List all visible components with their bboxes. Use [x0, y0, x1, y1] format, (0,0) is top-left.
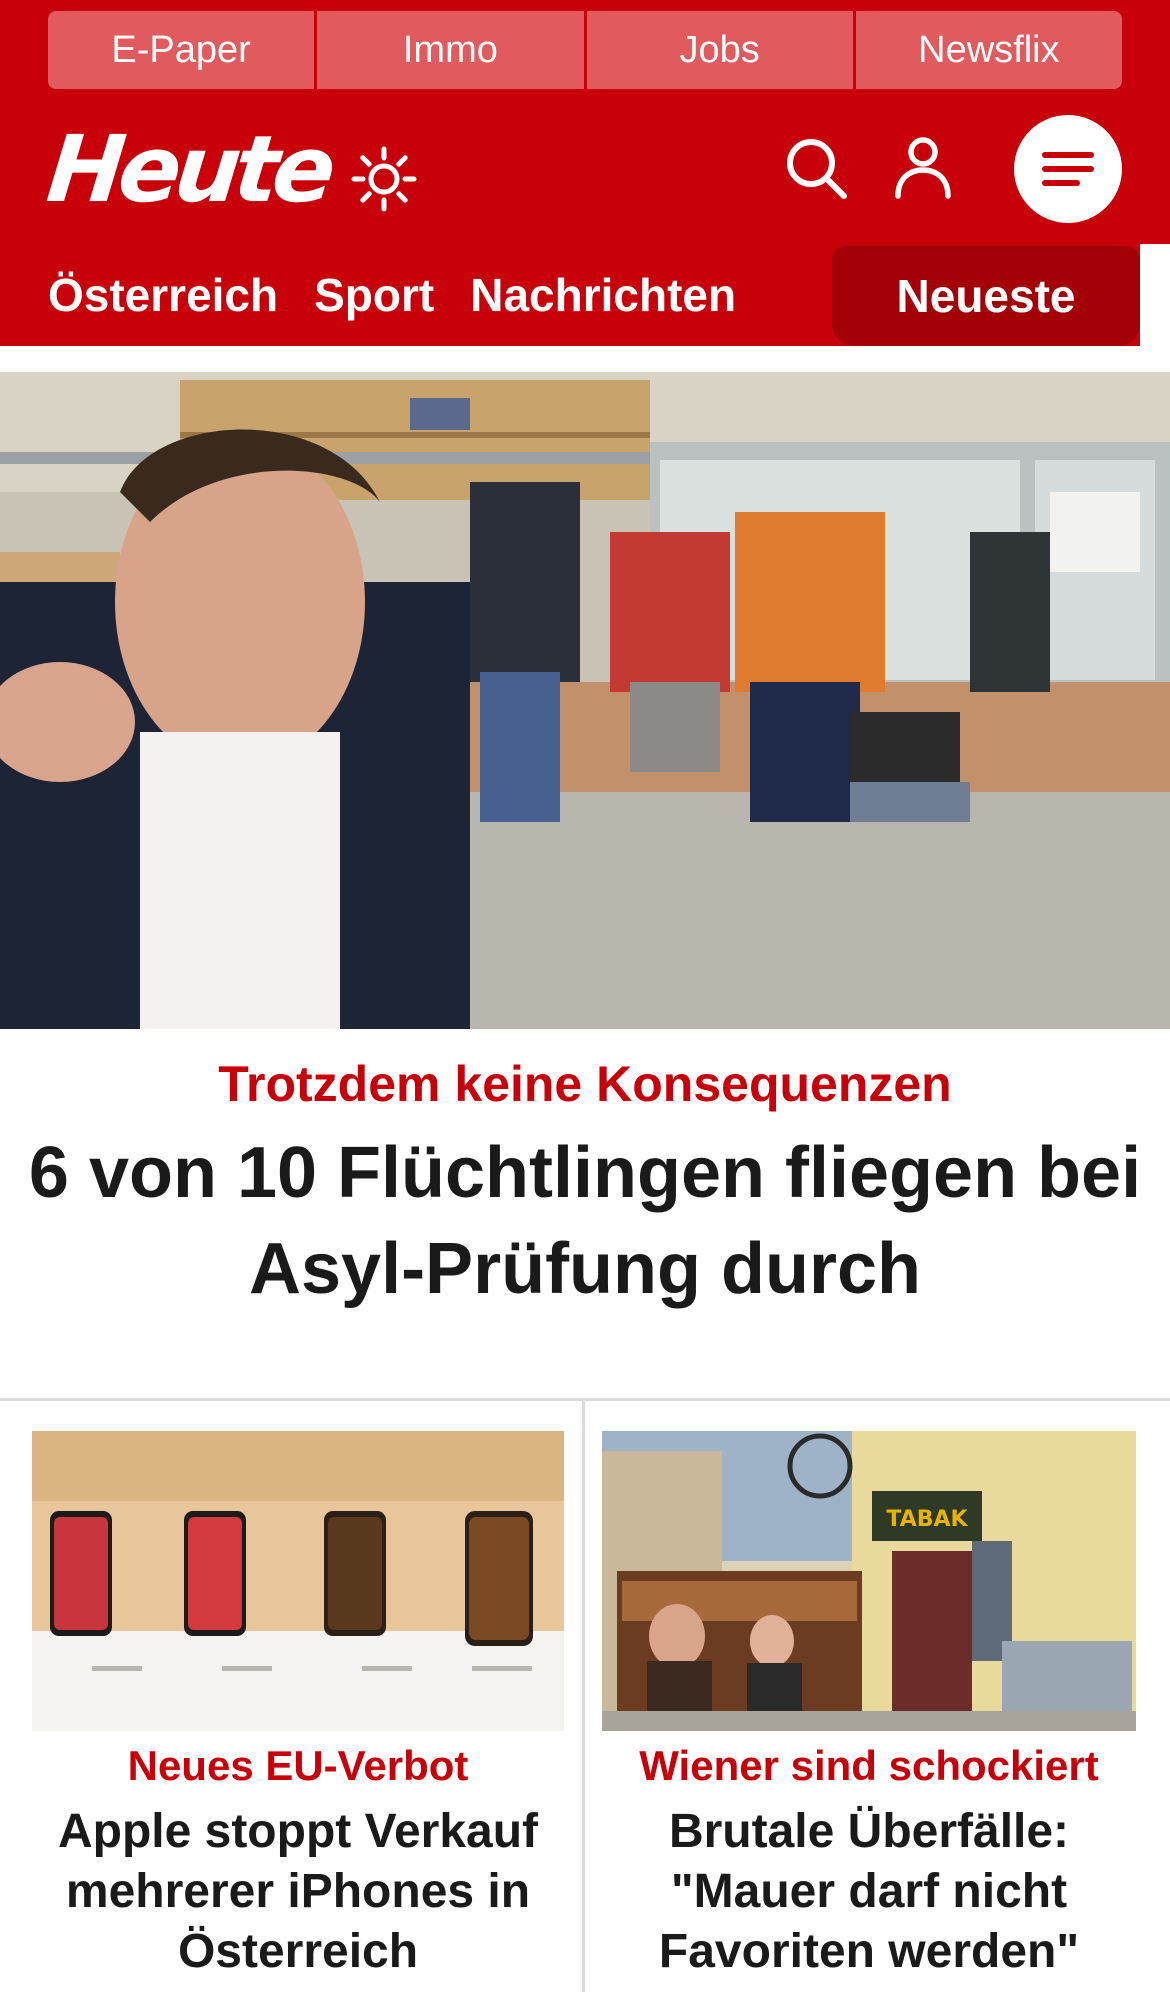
- menu-button[interactable]: [1014, 115, 1122, 223]
- sun-icon[interactable]: [350, 145, 418, 213]
- hero-headline[interactable]: 6 von 10 Flüchtlingen fliegen bei Asyl-P…: [20, 1125, 1150, 1317]
- nav-oesterreich[interactable]: Österreich: [48, 268, 278, 322]
- tab-neueste[interactable]: Neueste: [832, 246, 1140, 346]
- teaser-kicker[interactable]: Neues EU-Verbot: [32, 1742, 564, 1790]
- logo-text: Heute: [42, 116, 335, 223]
- teaser-image-iphones[interactable]: [32, 1431, 564, 1731]
- menu-icon: [1042, 152, 1094, 186]
- topnav-epaper[interactable]: E-Paper: [48, 11, 315, 89]
- tabak-sign-text: TABAK: [886, 1507, 968, 1532]
- column-divider: [582, 1398, 585, 1992]
- hero-image[interactable]: [0, 372, 1170, 1029]
- teaser-image-tabak[interactable]: TABAK: [602, 1431, 1136, 1731]
- topnav-jobs[interactable]: Jobs: [586, 11, 853, 89]
- nav-sport[interactable]: Sport: [314, 268, 434, 322]
- teaser-headline[interactable]: Brutale Überfälle: "Mauer darf nicht Fav…: [602, 1802, 1136, 1982]
- teaser-kicker[interactable]: Wiener sind schockiert: [602, 1742, 1136, 1790]
- section-nav: Österreich Sport Nachrichten: [48, 250, 772, 340]
- topnav-immo[interactable]: Immo: [317, 11, 584, 89]
- hero-kicker[interactable]: Trotzdem keine Konsequenzen: [0, 1055, 1170, 1113]
- top-nav: E-Paper Immo Jobs Newsflix: [48, 11, 1122, 89]
- search-icon[interactable]: [784, 136, 850, 202]
- header-edge: [1140, 244, 1170, 346]
- topnav-newsflix[interactable]: Newsflix: [855, 11, 1122, 89]
- section-divider: [0, 1398, 1170, 1401]
- user-icon[interactable]: [890, 134, 956, 200]
- nav-nachrichten[interactable]: Nachrichten: [470, 268, 736, 322]
- teaser-headline[interactable]: Apple stoppt Verkauf mehrerer iPhones in…: [32, 1802, 564, 1982]
- site-logo[interactable]: Heute: [42, 116, 335, 223]
